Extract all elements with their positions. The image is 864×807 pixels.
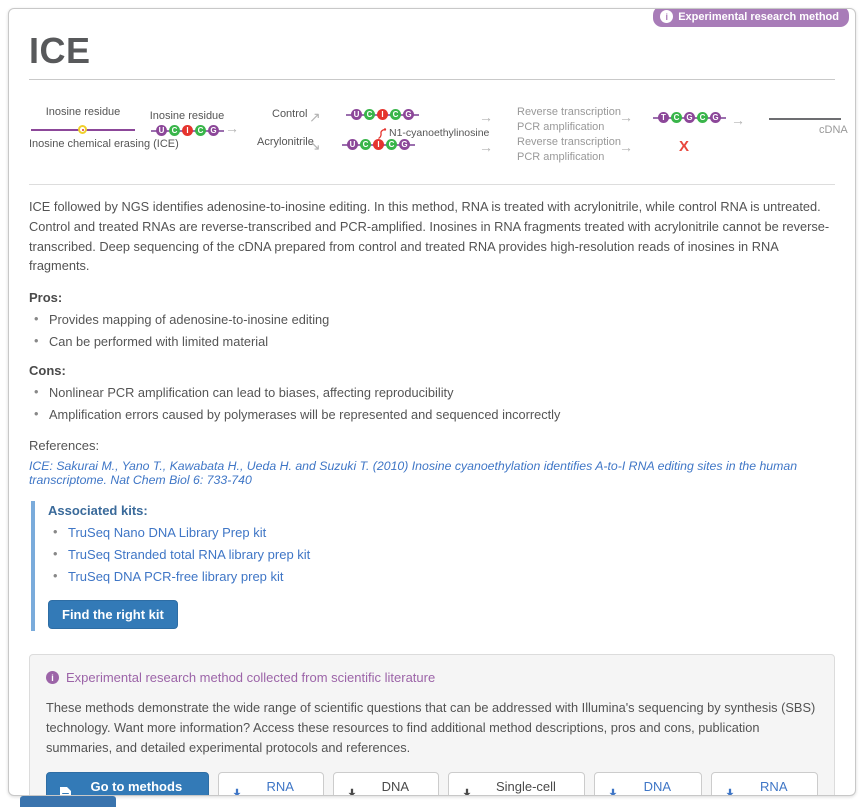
list-item: Can be performed with limited material [34, 334, 835, 349]
cdna-label: cDNA [819, 124, 848, 136]
nucleotide-G: G [208, 125, 219, 136]
treated-sequence: UCICG [342, 139, 415, 150]
nucleotide-I: I [373, 139, 384, 150]
list-item: TruSeq DNA PCR-free library prep kit [53, 569, 835, 584]
download-icon [461, 788, 473, 796]
dna-poster-button[interactable]: DNA poster [333, 772, 439, 796]
single-cell-poster-button[interactable]: Single-cell poster [448, 772, 585, 796]
diagram-divider [29, 184, 835, 185]
inosine-residue-marker [78, 125, 87, 134]
kits-list: TruSeq Nano DNA Library Prep kit TruSeq … [48, 525, 835, 584]
kit-link[interactable]: TruSeq Nano DNA Library Prep kit [68, 525, 266, 540]
nucleotide-C: C [386, 139, 397, 150]
dna-review-button[interactable]: DNA review [594, 772, 701, 796]
nucleotide-G: G [710, 112, 721, 123]
nucleotide-C: C [671, 112, 682, 123]
nucleotide-G: G [399, 139, 410, 150]
rt-pcr-label-control: Reverse transcription PCR amplification [517, 105, 621, 135]
inosine-residue-label-2: Inosine residue [141, 110, 233, 122]
list-item: Provides mapping of adenosine-to-inosine… [34, 312, 835, 327]
pros-list: Provides mapping of adenosine-to-inosine… [29, 312, 835, 349]
nucleotide-T: T [658, 112, 669, 123]
cyanoethyl-adduct-mark [376, 128, 388, 140]
acrylonitrile-label: Acrylonitrile [257, 136, 314, 148]
associated-kits-box: Associated kits: TruSeq Nano DNA Library… [31, 501, 835, 631]
failed-rt-mark: X [679, 138, 689, 155]
arrow-icon: → [619, 140, 633, 154]
find-kit-button[interactable]: Find the right kit [48, 600, 178, 629]
download-icon [607, 788, 619, 796]
nucleotide-C: C [390, 109, 401, 120]
method-description: ICE followed by NGS identifies adenosine… [29, 197, 835, 276]
nucleotide-C: C [195, 125, 206, 136]
control-label: Control [272, 108, 307, 120]
arrow-icon: → [479, 110, 493, 124]
nucleotide-I: I [182, 125, 193, 136]
cons-heading: Cons: [29, 363, 835, 378]
nucleotide-U: U [347, 139, 358, 150]
nucleotide-G: G [684, 112, 695, 123]
method-info-box: Experimental research method collected f… [29, 654, 835, 796]
page-title: ICE [29, 31, 835, 71]
cdna-strand-line [769, 118, 841, 120]
title-divider [29, 79, 835, 80]
list-item: Amplification errors caused by polymeras… [34, 407, 835, 422]
arrow-down-icon: ↘ [309, 138, 321, 152]
resource-buttons-row: Go to methods page RNA poster DNA poster… [46, 772, 818, 796]
source-sequence: UCICG [151, 125, 224, 136]
info-box-heading: Experimental research method collected f… [46, 670, 818, 685]
references-heading: References: [29, 438, 835, 453]
list-item: TruSeq Stranded total RNA library prep k… [53, 547, 835, 562]
document-icon [60, 787, 71, 796]
method-diagram: Inosine residue Inosine chemical erasing… [29, 102, 835, 172]
rt-pcr-label-treated: Reverse transcription PCR amplification [517, 135, 621, 165]
arrow-up-icon: ↗ [309, 110, 321, 124]
kit-link[interactable]: TruSeq Stranded total RNA library prep k… [68, 547, 310, 562]
badge-label: Experimental research method [678, 11, 839, 23]
go-to-methods-button[interactable]: Go to methods page [46, 772, 209, 796]
rna-strand-line [31, 129, 135, 131]
nucleotide-U: U [156, 125, 167, 136]
info-box-text: These methods demonstrate the wide range… [46, 698, 818, 757]
ice-method-label: Inosine chemical erasing (ICE) [29, 138, 179, 150]
nucleotide-I: I [377, 109, 388, 120]
arrow-icon: → [619, 110, 633, 124]
list-item: Nonlinear PCR amplification can lead to … [34, 385, 835, 400]
arrow-icon: → [731, 113, 745, 127]
download-icon [346, 788, 358, 796]
adduct-label: N1-cyanoethylinosine [389, 127, 489, 139]
nucleotide-C: C [697, 112, 708, 123]
info-icon [46, 671, 59, 684]
cons-list: Nonlinear PCR amplification can lead to … [29, 385, 835, 422]
nucleotide-U: U [351, 109, 362, 120]
download-icon [724, 788, 736, 796]
rna-poster-button[interactable]: RNA poster [218, 772, 324, 796]
nucleotide-G: G [403, 109, 414, 120]
partially-visible-button[interactable] [20, 796, 116, 807]
pros-heading: Pros: [29, 290, 835, 305]
reference-link[interactable]: ICE: Sakurai M., Yano T., Kawabata H., U… [29, 459, 835, 487]
kit-link[interactable]: TruSeq DNA PCR-free library prep kit [68, 569, 284, 584]
nucleotide-C: C [360, 139, 371, 150]
nucleotide-C: C [364, 109, 375, 120]
list-item: TruSeq Nano DNA Library Prep kit [53, 525, 835, 540]
control-sequence: UCICG [346, 109, 419, 120]
method-card: Experimental research method ICE Inosine… [8, 8, 856, 796]
info-icon [660, 10, 673, 23]
download-icon [231, 788, 243, 796]
result-sequence: TCGCG [653, 112, 726, 123]
arrow-icon: → [479, 140, 493, 154]
inosine-residue-label: Inosine residue [31, 106, 135, 118]
rna-review-button[interactable]: RNA review [711, 772, 818, 796]
method-type-badge: Experimental research method [653, 8, 849, 27]
associated-kits-heading: Associated kits: [48, 503, 835, 518]
nucleotide-C: C [169, 125, 180, 136]
arrow-icon: → [225, 121, 239, 135]
